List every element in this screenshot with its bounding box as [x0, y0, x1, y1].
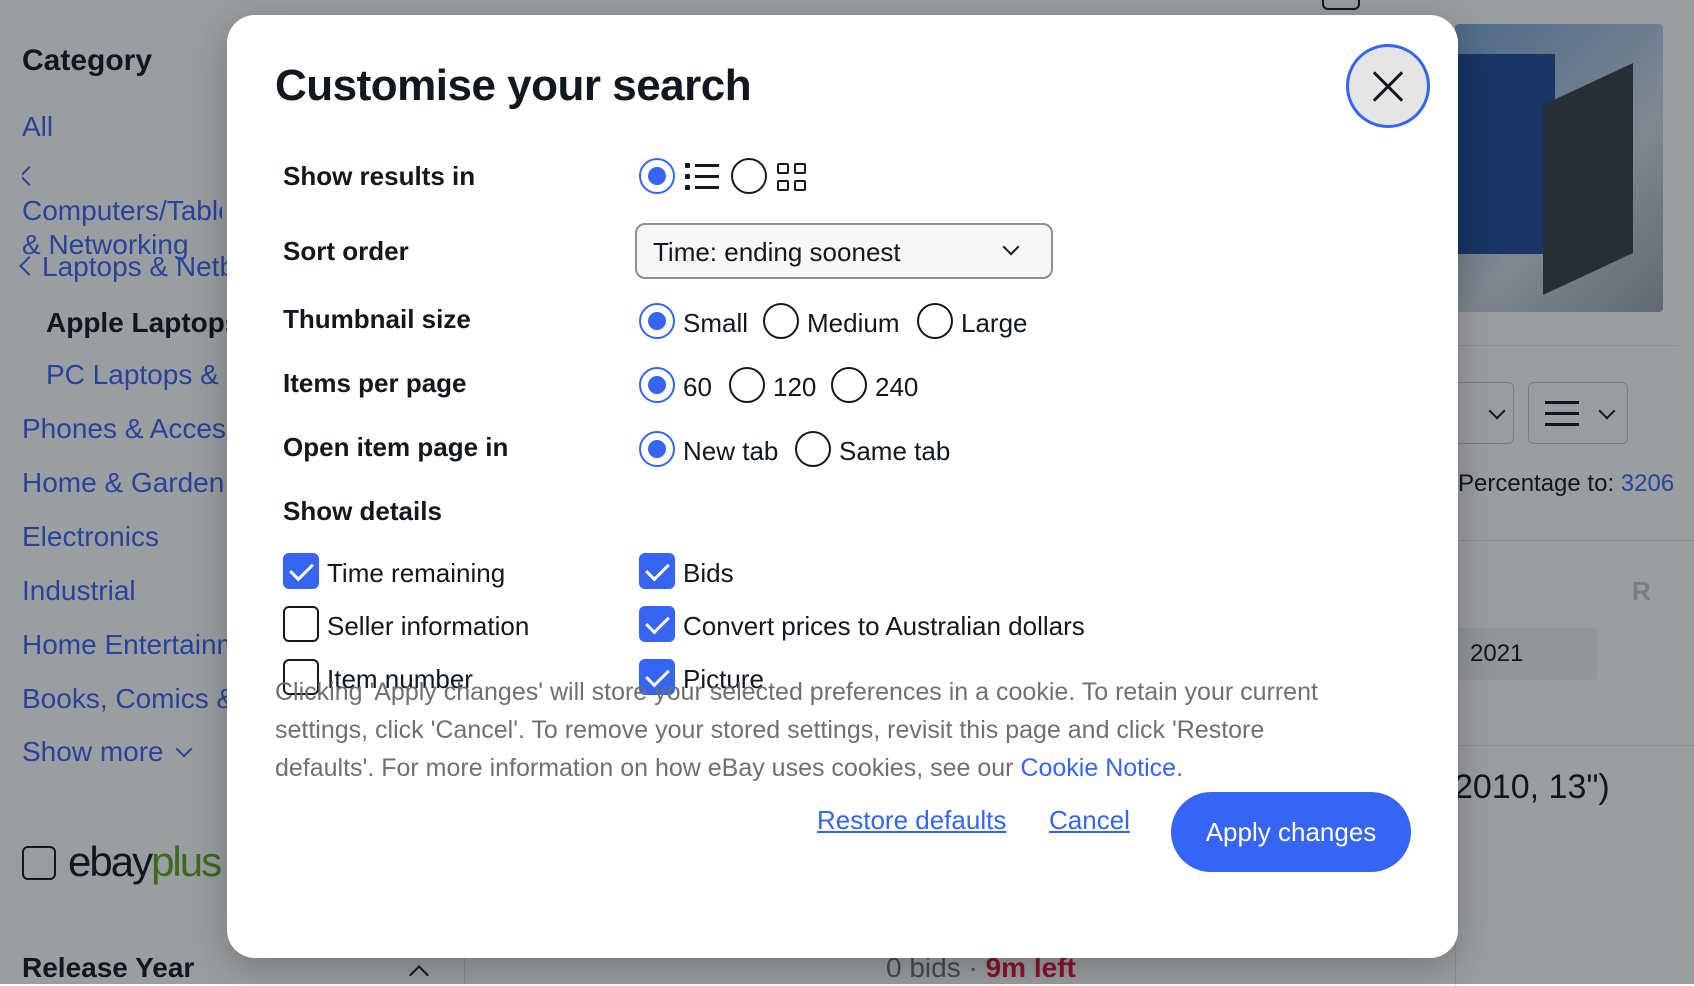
customise-search-dialog: Customise your search Show results in So…: [227, 15, 1458, 958]
open-new-tab-label[interactable]: New tab: [683, 436, 778, 467]
open-item-page-label: Open item page in: [283, 432, 509, 462]
time-remaining-label[interactable]: Time remaining: [327, 558, 505, 589]
open-same-tab-radio[interactable]: [795, 431, 831, 467]
thumbnail-medium-radio[interactable]: [763, 303, 799, 339]
thumbnail-small-radio[interactable]: [639, 303, 675, 339]
grid-view-icon: [777, 163, 809, 193]
items-60-radio[interactable]: [639, 367, 675, 403]
cookie-notice-link[interactable]: Cookie Notice.: [1020, 754, 1183, 782]
items-per-page-label: Items per page: [283, 368, 467, 398]
seller-information-checkbox[interactable]: [283, 606, 319, 642]
time-remaining-checkbox[interactable]: [283, 553, 319, 589]
close-button[interactable]: [1346, 44, 1430, 128]
convert-prices-checkbox[interactable]: [639, 606, 675, 642]
show-results-label: Show results in: [283, 161, 476, 191]
items-60-label[interactable]: 60: [683, 372, 712, 403]
cookie-notice-text: Clicking 'Apply changes' will store your…: [275, 678, 1318, 782]
list-view-icon: [685, 163, 719, 191]
apply-changes-button[interactable]: Apply changes: [1171, 792, 1411, 872]
chevron-down-icon: [1002, 238, 1020, 256]
thumbnail-size-label: Thumbnail size: [283, 304, 471, 334]
open-new-tab-radio[interactable]: [639, 431, 675, 467]
convert-prices-label[interactable]: Convert prices to Australian dollars: [683, 611, 1085, 642]
open-same-tab-label[interactable]: Same tab: [839, 436, 950, 467]
thumbnail-large-radio[interactable]: [917, 303, 953, 339]
thumbnail-large-label[interactable]: Large: [961, 308, 1028, 339]
items-120-label[interactable]: 120: [773, 372, 816, 403]
dialog-title: Customise your search: [275, 61, 752, 110]
restore-defaults-button[interactable]: Restore defaults: [817, 805, 1006, 836]
thumbnail-small-label[interactable]: Small: [683, 308, 748, 339]
sort-order-value: Time: ending soonest: [653, 237, 901, 267]
view-list-radio[interactable]: [639, 158, 675, 194]
items-240-radio[interactable]: [831, 367, 867, 403]
sort-order-label: Sort order: [283, 236, 409, 266]
cancel-button[interactable]: Cancel: [1049, 805, 1130, 836]
sort-order-select[interactable]: Time: ending soonest: [635, 223, 1053, 279]
thumbnail-medium-label[interactable]: Medium: [807, 308, 899, 339]
view-grid-radio[interactable]: [731, 158, 767, 194]
items-240-label[interactable]: 240: [875, 372, 918, 403]
show-details-label: Show details: [283, 496, 442, 526]
seller-information-label[interactable]: Seller information: [327, 611, 529, 642]
items-120-radio[interactable]: [729, 367, 765, 403]
bids-label[interactable]: Bids: [683, 558, 734, 589]
bids-checkbox[interactable]: [639, 553, 675, 589]
